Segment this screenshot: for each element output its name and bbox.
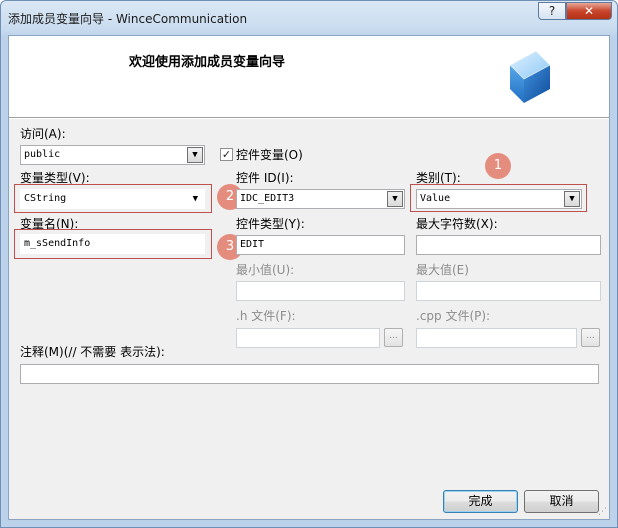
- banner-title: 欢迎使用添加成员变量向导: [129, 55, 286, 70]
- help-button[interactable]: ?: [538, 2, 566, 20]
- control-variable-label[interactable]: 控件变量(O): [236, 146, 303, 163]
- comment-label: 注释(M)(// 不需要 表示法):: [20, 345, 165, 359]
- max-value-input[interactable]: [416, 281, 601, 301]
- finish-button[interactable]: 完成: [443, 490, 518, 513]
- comment-input[interactable]: [20, 364, 599, 384]
- close-button[interactable]: ✕: [566, 2, 612, 20]
- control-id-value: IDC_EDIT3: [240, 193, 295, 204]
- resize-grip-icon[interactable]: ⋰: [598, 507, 607, 517]
- control-type-value: EDIT: [240, 239, 265, 250]
- blue-cube-icon: [496, 43, 560, 107]
- control-variable-checkbox[interactable]: ✓: [220, 148, 233, 161]
- min-value-label: 最小值(U):: [236, 263, 295, 277]
- access-combo[interactable]: public ▼: [20, 145, 205, 165]
- control-type-field: EDIT: [236, 235, 405, 255]
- window-title: 添加成员变量向导 - WinceCommunication: [8, 12, 248, 26]
- access-value: public: [24, 149, 61, 160]
- dialog-body: 欢迎使用添加成员变量向导 访问(A): public ▼ ✓ 控件变量(O) 变…: [8, 35, 610, 520]
- annotation-badge-1: 1: [485, 153, 511, 179]
- cpp-file-input[interactable]: [416, 328, 577, 348]
- title-bar: 添加成员变量向导 - WinceCommunication ? ✕: [1, 1, 617, 35]
- h-file-input[interactable]: [236, 328, 380, 348]
- max-chars-label: 最大字符数(X):: [416, 217, 498, 231]
- min-value-input[interactable]: [236, 281, 405, 301]
- wizard-banner: 欢迎使用添加成员变量向导: [9, 36, 609, 117]
- control-type-label: 控件类型(Y):: [236, 217, 305, 231]
- control-id-combo[interactable]: IDC_EDIT3 ▼: [236, 189, 405, 209]
- access-label: 访问(A):: [20, 127, 66, 141]
- highlight-variable-type: [14, 184, 212, 213]
- h-file-browse-button[interactable]: ...: [384, 328, 403, 347]
- max-value-label: 最大值(E): [416, 263, 469, 277]
- banner-divider: [9, 117, 609, 119]
- dialog-window: 添加成员变量向导 - WinceCommunication ? ✕ 欢迎使用添加…: [0, 0, 618, 528]
- max-chars-input[interactable]: [416, 235, 601, 255]
- h-file-label: .h 文件(F):: [236, 309, 296, 323]
- chevron-down-icon[interactable]: ▼: [387, 191, 403, 207]
- highlight-category: [410, 184, 587, 212]
- control-id-label: 控件 ID(I):: [236, 171, 294, 185]
- highlight-variable-name: [14, 229, 212, 259]
- cpp-file-label: .cpp 文件(P):: [416, 309, 491, 323]
- cpp-file-browse-button[interactable]: ...: [581, 328, 600, 347]
- cancel-button[interactable]: 取消: [524, 490, 599, 513]
- chevron-down-icon[interactable]: ▼: [187, 147, 203, 163]
